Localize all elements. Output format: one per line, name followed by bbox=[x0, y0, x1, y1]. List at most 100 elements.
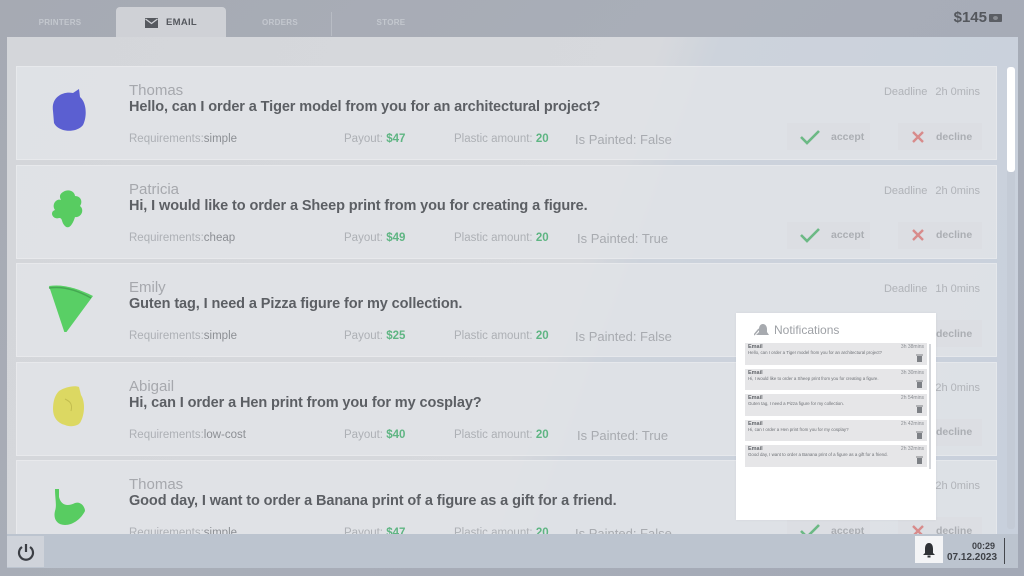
notification-item[interactable]: Email Good day, I want to order a Banana… bbox=[745, 445, 927, 467]
requirements-label: Requirements: bbox=[129, 133, 204, 145]
payout-label: Payout: bbox=[344, 527, 387, 534]
painted-label: Is Painted: bbox=[577, 230, 642, 246]
trash-icon[interactable] bbox=[916, 431, 923, 439]
payout-label: Payout: bbox=[344, 231, 387, 244]
sender-name: Emily bbox=[129, 279, 166, 296]
decline-button[interactable]: decline bbox=[898, 123, 982, 150]
requirements-value: simple bbox=[203, 133, 238, 145]
clock-date: 07.12.2023 bbox=[947, 552, 998, 563]
decline-label: decline bbox=[936, 130, 973, 143]
plastic-label: Plastic amount: bbox=[454, 133, 536, 145]
checkmark-icon bbox=[800, 228, 820, 243]
payout-label: Payout: bbox=[344, 133, 387, 145]
payout-value: $47 bbox=[386, 527, 406, 534]
painted-value: False bbox=[640, 329, 672, 344]
requirements-label: Requirements: bbox=[129, 330, 204, 342]
decline-button[interactable]: decline bbox=[898, 221, 982, 249]
payout: Payout: $25 bbox=[344, 330, 405, 342]
payout-value: $25 bbox=[386, 330, 406, 342]
tiger-model-icon bbox=[52, 89, 86, 131]
tab-email[interactable]: EMAIL bbox=[116, 7, 226, 38]
plastic-label: Plastic amount: bbox=[454, 527, 536, 534]
painted-label: Is Painted: bbox=[575, 526, 641, 534]
deadline: Deadline 2h 0mins bbox=[884, 86, 980, 98]
plastic-label: Plastic amount: bbox=[454, 330, 536, 342]
tab-divider bbox=[331, 12, 332, 36]
checkmark-icon bbox=[800, 523, 820, 534]
payout-value: $40 bbox=[386, 428, 406, 441]
sender-name: Thomas bbox=[129, 82, 184, 99]
notification-time: 2h 32mins bbox=[900, 446, 924, 452]
payout: Payout: $40 bbox=[344, 429, 405, 441]
notification-item[interactable]: Email Hello, can I order a Tiger model f… bbox=[745, 343, 927, 365]
requirements: Requirements:simple bbox=[129, 133, 237, 145]
painted-value: True bbox=[641, 427, 669, 443]
notifications-header: Notifications bbox=[754, 323, 839, 337]
plastic-amount: Plastic amount: 20 bbox=[454, 429, 549, 441]
tab-orders[interactable]: ORDERS bbox=[230, 7, 330, 38]
pizza-model-icon bbox=[48, 285, 93, 332]
tab-printers[interactable]: PRINTERS bbox=[8, 7, 112, 38]
plastic-amount: Plastic amount: 20 bbox=[454, 232, 549, 244]
power-button[interactable] bbox=[7, 536, 44, 567]
payout: Payout: $47 bbox=[344, 133, 405, 145]
money-balance: $145 bbox=[954, 9, 1002, 26]
notification-text: Hello, can I order a Tiger model from yo… bbox=[748, 350, 882, 355]
notification-text: Hi, I would like to order a Sheep print … bbox=[748, 375, 879, 381]
plastic-label: Plastic amount: bbox=[454, 231, 536, 244]
is-painted: Is Painted: False bbox=[575, 526, 672, 534]
plastic-value: 20 bbox=[535, 527, 549, 534]
plastic-amount: Plastic amount: 20 bbox=[454, 527, 549, 534]
sender-name: Abigail bbox=[129, 377, 175, 395]
close-icon bbox=[912, 229, 924, 241]
deadline-value: 2h 0mins bbox=[935, 480, 980, 492]
requirements: Requirements:simple bbox=[129, 527, 237, 534]
trash-icon[interactable] bbox=[916, 456, 923, 464]
clock-time: 00:29 bbox=[971, 541, 995, 551]
painted-label: Is Painted: bbox=[577, 427, 642, 443]
deadline-value: 1h 0mins bbox=[935, 283, 980, 295]
painted-label: Is Painted: bbox=[575, 329, 641, 344]
plastic-value: 20 bbox=[535, 330, 549, 342]
trash-icon[interactable] bbox=[916, 380, 923, 388]
notifications-panel: Notifications Email Hello, can I order a… bbox=[736, 313, 936, 520]
requirements-value: simple bbox=[203, 527, 238, 534]
deadline: Deadline 1h 0mins bbox=[884, 283, 980, 295]
notifications-button[interactable] bbox=[915, 536, 943, 563]
notification-item[interactable]: Email Guten tag, I need a Pizza figure f… bbox=[745, 394, 927, 416]
sender-name: Thomas bbox=[129, 476, 184, 493]
accept-button[interactable]: accept bbox=[787, 123, 870, 150]
trash-icon[interactable] bbox=[916, 405, 923, 413]
payout-value: $47 bbox=[386, 133, 406, 145]
deadline-label: Deadline bbox=[883, 283, 928, 295]
plastic-value: 20 bbox=[535, 428, 549, 441]
decline-label: decline bbox=[936, 524, 973, 535]
notification-time: 3h 30mins bbox=[900, 369, 924, 376]
requirements-label: Requirements: bbox=[129, 527, 204, 534]
tab-label: PRINTERS bbox=[38, 18, 82, 27]
painted-value: True bbox=[641, 230, 669, 246]
notifications-scrollbar[interactable] bbox=[929, 344, 931, 469]
payout-value: $49 bbox=[386, 231, 406, 244]
order-message: Good day, I want to order a Banana print… bbox=[129, 493, 617, 509]
notifications-list: Email Hello, can I order a Tiger model f… bbox=[745, 343, 927, 471]
sender-name: Patricia bbox=[129, 180, 180, 198]
payout-label: Payout: bbox=[344, 428, 387, 441]
order-message: Hi, can I order a Hen print from you for… bbox=[129, 394, 482, 411]
notification-item[interactable]: Email Hi, can I order a Hen print from y… bbox=[745, 419, 927, 441]
clock: 00:29 07.12.2023 bbox=[947, 541, 998, 563]
accept-button[interactable]: accept bbox=[787, 221, 870, 249]
requirements: Requirements:low-cost bbox=[129, 429, 246, 441]
scrollbar-thumb[interactable] bbox=[1007, 67, 1015, 172]
trash-icon[interactable] bbox=[916, 354, 923, 362]
payout: Payout: $47 bbox=[344, 527, 405, 534]
banana-model-icon bbox=[54, 489, 85, 525]
tab-store[interactable]: STORE bbox=[336, 7, 446, 38]
plastic-label: Plastic amount: bbox=[454, 428, 536, 441]
tab-label: STORE bbox=[376, 18, 406, 27]
order-email-item: Patricia Hi, I would like to order a She… bbox=[16, 164, 997, 259]
taskbar: 00:29 07.12.2023 bbox=[7, 534, 1018, 568]
order-list-scrollbar[interactable] bbox=[1007, 67, 1015, 529]
painted-label: Is Painted: bbox=[575, 132, 641, 147]
notification-item[interactable]: Email Hi, I would like to order a Sheep … bbox=[745, 368, 927, 390]
